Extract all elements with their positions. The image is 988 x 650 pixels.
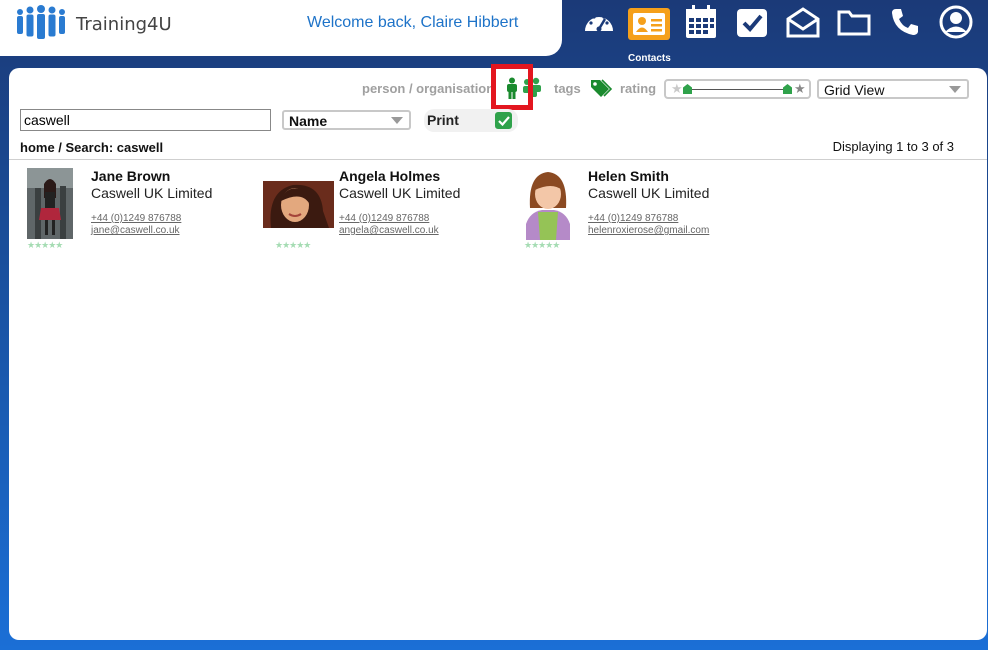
mail-icon[interactable] — [782, 2, 824, 42]
rating-stars: ★★★★★ — [275, 240, 311, 250]
contact-phone[interactable]: +44 (0)1249 876788 — [339, 213, 429, 224]
contact-organisation[interactable]: Caswell UK Limited — [91, 185, 212, 201]
contact-name[interactable]: Angela Holmes — [339, 168, 440, 184]
brand-header: Training4U Welcome back, Claire Hibbert — [0, 0, 562, 56]
star-min-icon: ★ — [671, 81, 683, 96]
app-name: Training4U — [76, 13, 172, 35]
view-select[interactable]: Grid View — [817, 79, 969, 99]
contact-phone[interactable]: +44 (0)1249 876788 — [91, 213, 181, 224]
rating-label: rating — [620, 81, 657, 96]
sort-select[interactable]: Name — [282, 110, 411, 130]
contact-email[interactable]: angela@caswell.co.uk — [339, 225, 439, 236]
contact-card[interactable]: ★★★★★ Helen Smith Caswell UK Limited +44… — [522, 168, 762, 258]
calendar-icon[interactable] — [680, 2, 722, 42]
phone-icon[interactable] — [884, 2, 926, 42]
star-max-icon: ★ — [794, 81, 806, 96]
rating-slider[interactable]: ★ ★ — [664, 79, 811, 99]
contact-name[interactable]: Helen Smith — [588, 168, 669, 184]
divider — [9, 159, 987, 160]
print-toggle[interactable]: Print — [424, 109, 518, 132]
contact-card[interactable]: ★★★★★ Angela Holmes Caswell UK Limited +… — [263, 168, 503, 258]
rating-stars: ★★★★★ — [524, 240, 560, 250]
chevron-down-icon — [949, 86, 961, 93]
slider-track — [688, 89, 786, 90]
account-icon[interactable] — [935, 2, 977, 42]
result-count: Displaying 1 to 3 of 3 — [832, 139, 954, 154]
active-nav-label: Contacts — [628, 53, 671, 64]
avatar[interactable] — [522, 168, 574, 240]
checkbox-checked-icon[interactable] — [495, 112, 512, 129]
slider-thumb-min[interactable] — [683, 84, 692, 94]
avatar[interactable] — [27, 168, 73, 239]
tags-icon[interactable] — [589, 78, 613, 103]
welcome-message: Welcome back, Claire Hibbert — [307, 14, 519, 31]
slider-thumb-max[interactable] — [783, 84, 792, 94]
rating-stars: ★★★★★ — [27, 240, 63, 250]
tags-label: tags — [554, 81, 581, 96]
contacts-icon[interactable] — [628, 8, 670, 40]
logo[interactable]: Training4U — [14, 4, 172, 42]
sort-select-value: Name — [289, 113, 328, 129]
contact-organisation[interactable]: Caswell UK Limited — [339, 185, 460, 201]
people-logo-icon — [17, 5, 65, 39]
folder-icon[interactable] — [833, 2, 875, 42]
dashboard-icon[interactable] — [578, 2, 620, 42]
contact-name[interactable]: Jane Brown — [91, 168, 170, 184]
contact-organisation[interactable]: Caswell UK Limited — [588, 185, 709, 201]
contact-phone[interactable]: +44 (0)1249 876788 — [588, 213, 678, 224]
avatar[interactable] — [263, 181, 334, 228]
highlight-box — [491, 64, 533, 110]
person-organisation-label: person / organisation — [362, 81, 495, 96]
print-label: Print — [427, 112, 459, 128]
contact-email[interactable]: jane@caswell.co.uk — [91, 225, 180, 236]
search-input[interactable] — [20, 109, 271, 131]
view-select-value: Grid View — [824, 82, 885, 98]
tasks-icon[interactable] — [731, 2, 773, 42]
contact-email[interactable]: helenroxierose@gmail.com — [588, 225, 709, 236]
contact-card[interactable]: ★★★★★ Jane Brown Caswell UK Limited +44 … — [27, 168, 267, 258]
chevron-down-icon — [391, 117, 403, 124]
breadcrumb: home / Search: caswell — [20, 140, 164, 155]
